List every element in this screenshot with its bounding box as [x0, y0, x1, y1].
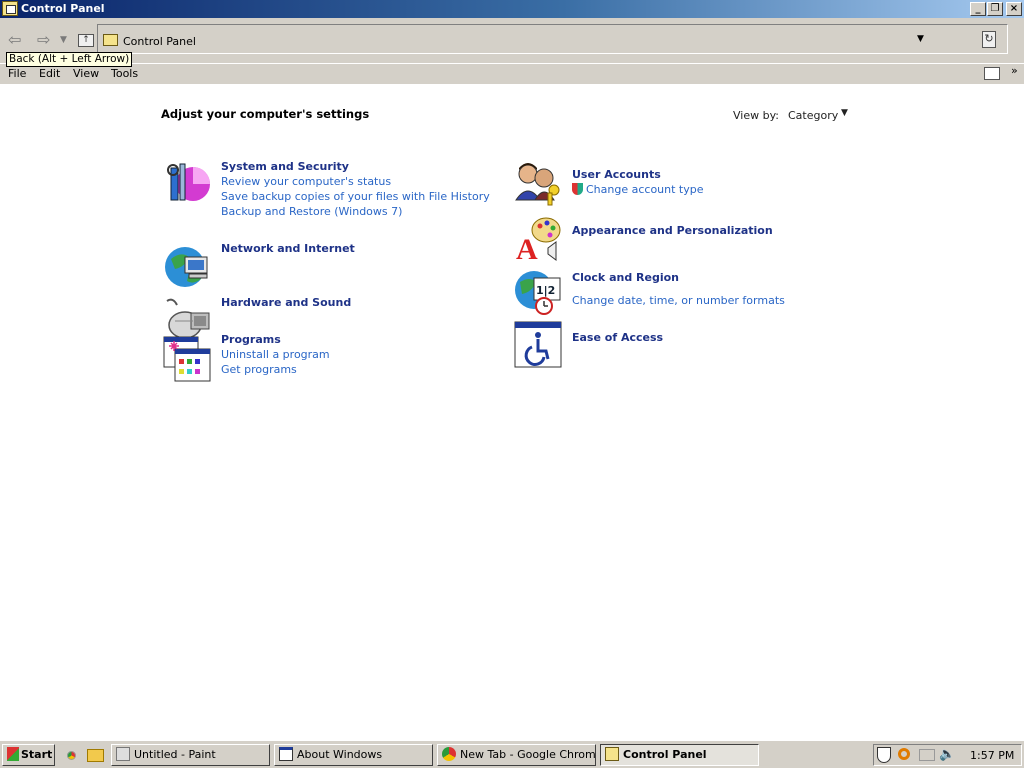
- hardware-sound-title[interactable]: Hardware and Sound: [221, 296, 351, 309]
- volume-icon[interactable]: 🔈: [939, 747, 955, 762]
- appearance-title[interactable]: Appearance and Personalization: [572, 224, 773, 237]
- more-chevron-icon[interactable]: »: [1011, 64, 1018, 77]
- forward-arrow-icon[interactable]: ⇨: [37, 32, 50, 48]
- clock-region-title[interactable]: Clock and Region: [572, 271, 679, 284]
- back-arrow-icon[interactable]: ⇦: [8, 32, 21, 48]
- address-dropdown-icon[interactable]: ▼: [917, 34, 924, 44]
- menu-file[interactable]: File: [8, 67, 26, 80]
- ease-of-access-title[interactable]: Ease of Access: [572, 331, 663, 344]
- search-icon[interactable]: [898, 748, 910, 760]
- menu-edit[interactable]: Edit: [39, 67, 60, 80]
- clock-region-icon[interactable]: 1|2: [514, 268, 562, 316]
- task-about-label: About Windows: [297, 748, 383, 761]
- restore-button[interactable]: ❐: [987, 2, 1003, 16]
- close-button[interactable]: ×: [1006, 2, 1022, 16]
- control-panel-folder-icon: [103, 34, 118, 46]
- task-chrome[interactable]: New Tab - Google Chrome: [437, 744, 596, 766]
- menu-tools[interactable]: Tools: [111, 67, 138, 80]
- system-security-icon[interactable]: [163, 160, 211, 208]
- appearance-icon[interactable]: A: [514, 214, 562, 262]
- task-paint[interactable]: Untitled - Paint: [111, 744, 270, 766]
- view-by-select[interactable]: Category: [788, 109, 838, 122]
- window-title: Control Panel: [21, 2, 105, 15]
- title-bar: Control Panel _ ❐ ×: [0, 0, 1024, 18]
- menu-view[interactable]: View: [73, 67, 99, 80]
- up-folder-icon[interactable]: ↑: [78, 34, 94, 47]
- network-internet-icon[interactable]: [163, 241, 211, 289]
- task-chrome-label: New Tab - Google Chrome: [460, 748, 596, 761]
- link-get-programs[interactable]: Get programs: [221, 363, 297, 376]
- network-icon[interactable]: [919, 749, 935, 761]
- user-accounts-icon[interactable]: [514, 160, 562, 208]
- link-file-history[interactable]: Save backup copies of your files with Fi…: [221, 190, 490, 203]
- uac-shield-icon: [572, 183, 583, 195]
- start-button[interactable]: Start: [2, 744, 55, 766]
- svg-text:1|2: 1|2: [536, 284, 555, 297]
- taskbar: Start Untitled - Paint About Windows New…: [0, 740, 1024, 768]
- link-date-time-formats[interactable]: Change date, time, or number formats: [572, 294, 785, 307]
- security-shield-icon[interactable]: [877, 747, 891, 763]
- windows-logo-icon: [7, 747, 19, 761]
- link-backup-restore[interactable]: Backup and Restore (Windows 7): [221, 205, 402, 218]
- menu-bar: File Edit View Tools »: [0, 64, 1024, 84]
- link-change-account-type[interactable]: Change account type: [572, 183, 704, 196]
- link-review-status[interactable]: Review your computer's status: [221, 175, 391, 188]
- task-about-windows[interactable]: About Windows: [274, 744, 433, 766]
- chrome-icon: [442, 747, 456, 761]
- chrome-quicklaunch-icon[interactable]: [64, 748, 79, 763]
- task-paint-label: Untitled - Paint: [134, 748, 216, 761]
- view-by-label: View by:: [733, 109, 779, 122]
- control-panel-task-icon: [605, 747, 619, 761]
- start-label: Start: [21, 748, 53, 761]
- clock[interactable]: 1:57 PM: [970, 749, 1014, 762]
- control-panel-icon: [2, 1, 18, 16]
- address-toolbar: ⇦ ⇨ ▼ ↑ Control Panel ▼ ↻: [0, 18, 1024, 64]
- address-text: Control Panel: [123, 35, 196, 48]
- back-tooltip: Back (Alt + Left Arrow): [6, 52, 133, 67]
- task-control-panel[interactable]: Control Panel: [600, 744, 759, 766]
- system-security-title[interactable]: System and Security: [221, 160, 349, 173]
- change-account-type-label: Change account type: [586, 183, 704, 196]
- svg-text:A: A: [516, 233, 538, 262]
- task-control-panel-label: Control Panel: [623, 748, 707, 761]
- user-accounts-title[interactable]: User Accounts: [572, 168, 661, 181]
- programs-title[interactable]: Programs: [221, 333, 281, 346]
- programs-icon[interactable]: [163, 335, 211, 383]
- preview-pane-icon[interactable]: [984, 67, 1000, 80]
- about-windows-icon: [279, 747, 293, 761]
- page-title: Adjust your computer's settings: [161, 107, 370, 121]
- view-by-dropdown-icon[interactable]: ▼: [841, 108, 848, 118]
- control-panel-content: Adjust your computer's settings View by:…: [0, 84, 1024, 740]
- network-internet-title[interactable]: Network and Internet: [221, 242, 355, 255]
- minimize-button[interactable]: _: [970, 2, 986, 16]
- link-uninstall-program[interactable]: Uninstall a program: [221, 348, 330, 361]
- recent-pages-chevron-icon[interactable]: ▼: [60, 32, 67, 48]
- paint-icon: [116, 747, 130, 761]
- refresh-icon[interactable]: ↻: [982, 31, 996, 48]
- system-tray: 🔈 1:57 PM: [873, 744, 1022, 766]
- address-bar[interactable]: Control Panel ▼ ↻: [97, 24, 1008, 54]
- folder-quicklaunch-icon[interactable]: [87, 749, 104, 762]
- ease-of-access-icon[interactable]: [514, 321, 562, 369]
